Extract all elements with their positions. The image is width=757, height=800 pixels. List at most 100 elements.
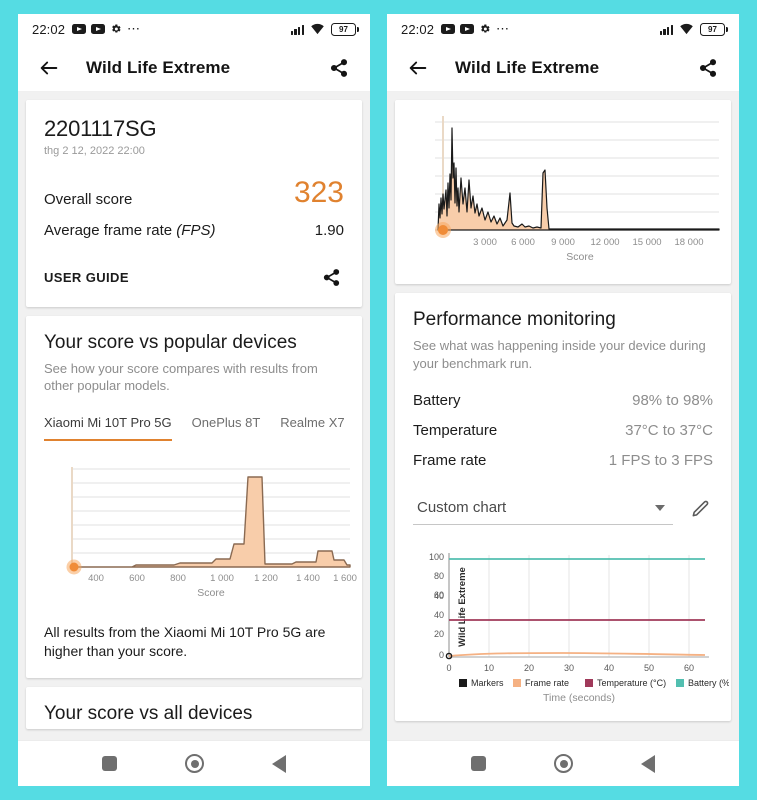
svg-text:Frame rate: Frame rate	[525, 678, 569, 688]
svg-text:1 200: 1 200	[254, 573, 278, 584]
svg-text:60: 60	[434, 590, 444, 600]
youtube-icon	[72, 24, 87, 34]
frame-rate-row: Average frame rate (FPS) 1.90	[44, 222, 344, 239]
temperature-value: 37°C to 37°C	[625, 422, 713, 440]
all-devices-card: Your score vs all devices	[26, 686, 362, 729]
svg-text:50: 50	[644, 663, 654, 673]
battery-value: 98% to 98%	[632, 392, 713, 410]
back-arrow-icon[interactable]	[405, 55, 431, 81]
signal-icon	[290, 24, 304, 35]
svg-text:40: 40	[604, 663, 614, 673]
user-guide-label[interactable]: USER GUIDE	[44, 270, 129, 285]
all-devices-chart-card: 3 000 6 000 9 000 12 000 15 000 18 000 S…	[395, 100, 731, 284]
chart-type-select[interactable]: Custom chart	[413, 493, 673, 526]
frame-rate-label: Frame rate	[413, 452, 487, 470]
all-devices-title: Your score vs all devices	[44, 702, 253, 724]
battery-icon: 97	[331, 22, 360, 36]
status-bar-system-icons: 97	[659, 22, 729, 36]
svg-text:30: 30	[564, 663, 574, 673]
status-bar: 22:02 ⋯ 97	[387, 14, 739, 44]
chevron-down-icon[interactable]	[655, 504, 665, 511]
svg-text:Score: Score	[197, 587, 225, 599]
svg-text:Score: Score	[566, 251, 594, 263]
svg-text:15 000: 15 000	[632, 237, 661, 248]
frame-rate-label-unit: (FPS)	[176, 221, 216, 239]
svg-text:40: 40	[434, 610, 444, 620]
svg-text:Time (seconds): Time (seconds)	[543, 692, 615, 704]
svg-text:20: 20	[434, 629, 444, 639]
recents-square-icon[interactable]	[102, 756, 117, 771]
page-title: Wild Life Extreme	[455, 57, 600, 77]
svg-text:0: 0	[446, 663, 451, 673]
all-devices-histogram: 3 000 6 000 9 000 12 000 15 000 18 000 S…	[413, 108, 720, 268]
right-scroll-body[interactable]: 3 000 6 000 9 000 12 000 15 000 18 000 S…	[387, 92, 739, 740]
battery-row: Battery 98% to 98%	[413, 392, 713, 409]
home-circle-icon[interactable]	[185, 754, 204, 773]
wifi-icon	[310, 23, 325, 35]
overall-score-label: Overall score	[44, 190, 133, 208]
app-bar: Wild Life Extreme	[18, 44, 370, 92]
back-triangle-icon[interactable]	[272, 754, 286, 773]
youtube-icon	[441, 24, 456, 34]
overall-score-value: 323	[293, 176, 344, 209]
status-bar: 22:02 ⋯ 97	[18, 14, 370, 44]
back-arrow-icon[interactable]	[36, 55, 62, 81]
popular-devices-note: All results from the Xiaomi Mi 10T Pro 5…	[44, 623, 326, 660]
battery-percent-label: 97	[708, 24, 717, 34]
right-phone-panel: 22:02 ⋯ 97 Wild Life Extreme 3 000 6 000…	[387, 14, 739, 786]
home-circle-icon[interactable]	[554, 754, 573, 773]
svg-text:10: 10	[484, 663, 494, 673]
share-icon[interactable]	[695, 55, 721, 81]
svg-text:800: 800	[170, 573, 186, 584]
overall-score-row: Overall score 323	[44, 176, 344, 209]
svg-text:80: 80	[434, 571, 444, 581]
user-guide-row[interactable]: USER GUIDE	[44, 261, 344, 291]
svg-text:400: 400	[88, 573, 104, 584]
score-summary-card: 2201117SG thg 2 12, 2022 22:00 Overall s…	[26, 100, 362, 307]
svg-text:Battery (%): Battery (%)	[688, 678, 729, 688]
temperature-label: Temperature	[413, 422, 498, 440]
popular-devices-card: Your score vs popular devices See how yo…	[26, 315, 362, 678]
frame-rate-row: Frame rate 1 FPS to 3 FPS	[413, 452, 713, 469]
svg-text:Markers: Markers	[471, 678, 504, 688]
share-icon[interactable]	[318, 265, 344, 291]
svg-text:600: 600	[129, 573, 145, 584]
signal-icon	[659, 24, 673, 35]
svg-text:1 400: 1 400	[296, 573, 320, 584]
app-bar: Wild Life Extreme	[387, 44, 739, 92]
status-bar-time: 22:02	[401, 21, 435, 37]
chart-type-value: Custom chart	[417, 499, 507, 517]
pencil-icon[interactable]	[687, 496, 713, 522]
tab-realme-x7-i[interactable]: Realme X7 I	[280, 415, 344, 441]
share-icon[interactable]	[326, 55, 352, 81]
device-tabs[interactable]: Xiaomi Mi 10T Pro 5G OnePlus 8T Realme X…	[44, 415, 344, 441]
popular-devices-title: Your score vs popular devices	[44, 331, 297, 353]
tab-xiaomi-mi-10t-pro-5g[interactable]: Xiaomi Mi 10T Pro 5G	[44, 415, 172, 441]
popular-devices-subtitle: See how your score compares with results…	[44, 360, 318, 394]
gear-icon	[110, 23, 122, 35]
status-bar-notification-icons: ⋯	[72, 22, 141, 35]
battery-percent-label: 97	[339, 24, 348, 34]
youtube-icon	[91, 24, 106, 34]
device-name: 2201117SG	[44, 116, 157, 141]
recents-square-icon[interactable]	[471, 756, 486, 771]
svg-text:100: 100	[429, 552, 444, 562]
performance-monitoring-card: Performance monitoring See what was happ…	[395, 293, 731, 722]
chart-controls: Custom chart	[413, 493, 713, 526]
custom-performance-chart: 100 80 40 x 60 40 20 0 Wild Life Extreme	[413, 545, 729, 705]
svg-text:60: 60	[684, 663, 694, 673]
tab-oneplus-8t[interactable]: OnePlus 8T	[192, 415, 261, 441]
screenshot-stage: 22:02 ⋯ 97 Wild Life Extreme 2201117SG t…	[0, 0, 757, 800]
back-triangle-icon[interactable]	[641, 754, 655, 773]
battery-label: Battery	[413, 392, 461, 410]
frame-rate-label-text: Average frame rate	[44, 221, 173, 239]
left-scroll-body[interactable]: 2201117SG thg 2 12, 2022 22:00 Overall s…	[18, 92, 370, 740]
page-title: Wild Life Extreme	[86, 57, 231, 77]
svg-text:3 000: 3 000	[473, 237, 497, 248]
youtube-icon	[460, 24, 475, 34]
status-bar-time: 22:02	[32, 21, 66, 37]
android-nav-bar	[18, 740, 370, 786]
svg-text:6 000: 6 000	[511, 237, 535, 248]
svg-text:0: 0	[439, 650, 444, 660]
popular-devices-histogram: 400 600 800 1 000 1 200 1 400 1 600 Scor…	[44, 459, 357, 609]
